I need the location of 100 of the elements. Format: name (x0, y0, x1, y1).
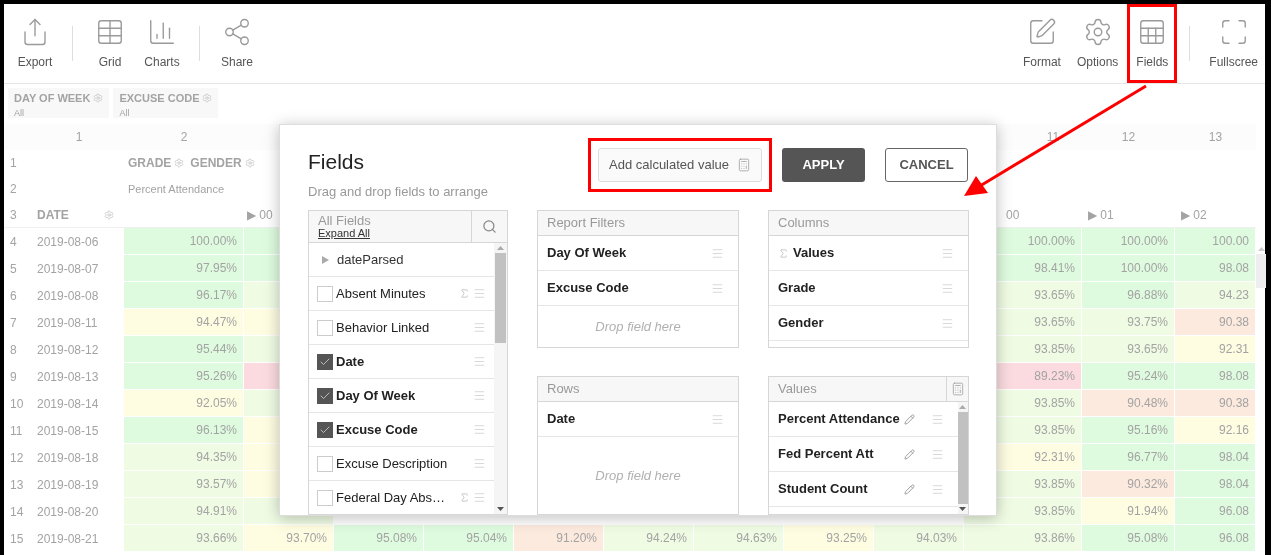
drag-handle-icon[interactable] (941, 281, 954, 295)
table-cell: 90.48% (1082, 390, 1175, 417)
drag-handle-icon[interactable] (930, 447, 944, 461)
arrow-up-icon[interactable] (497, 246, 504, 250)
table-cell-text: 2019-08-20 (36, 503, 100, 521)
field-row[interactable]: Federal Day Abs… (309, 481, 494, 514)
checkbox[interactable] (317, 421, 333, 438)
table-cell: 96.08 (1175, 498, 1256, 525)
drag-handle-icon[interactable] (473, 321, 486, 334)
field-chip[interactable]: Excuse Code (538, 271, 738, 306)
panel-title: Values (778, 380, 817, 399)
field-chip[interactable]: Values (769, 236, 968, 271)
field-row[interactable]: Date (309, 345, 494, 379)
field-chip[interactable]: Percent Attendance (769, 402, 958, 437)
gear-icon[interactable] (244, 158, 255, 168)
field-chip[interactable]: Day Of Week (538, 236, 738, 271)
table-cell: 93.70% (244, 525, 334, 552)
row-number: 5 (9, 260, 18, 278)
scrollbar[interactable] (494, 243, 507, 514)
checkbox[interactable] (317, 353, 333, 370)
expand-all-link[interactable]: Expand All (318, 226, 471, 239)
table-cell: 94.63% (694, 525, 784, 552)
drag-handle-icon[interactable] (930, 482, 944, 496)
gear-icon[interactable] (174, 158, 185, 168)
field-chip[interactable]: Student Count (769, 472, 958, 507)
column-number: 1 (74, 129, 84, 146)
toolbar-button[interactable]: Share (212, 4, 262, 83)
toolbar-button[interactable]: Fullscree (1202, 4, 1265, 83)
table-cell: 93.86% (964, 525, 1082, 552)
pencil-icon[interactable] (903, 483, 915, 495)
calculator-icon (950, 382, 965, 396)
table-cell: 93.65% (1082, 336, 1175, 363)
arrow-up-icon[interactable] (1257, 247, 1265, 251)
drag-handle-icon[interactable] (930, 412, 944, 426)
expand-caret-icon[interactable] (322, 255, 329, 264)
drag-handle-icon[interactable] (711, 281, 724, 295)
table-cell-text: 2019-08-06 (36, 233, 100, 251)
table-cell-text: 2019-08-14 (36, 395, 100, 413)
drag-handle-icon[interactable] (473, 389, 486, 402)
field-chip[interactable]: Date (538, 402, 738, 437)
row-number: 6 (9, 287, 18, 305)
cancel-button[interactable]: CANCEL (885, 148, 968, 182)
toolbar-button[interactable]: Grid (85, 4, 135, 83)
table-cell: 90.38 (1175, 309, 1256, 336)
add-calculated-value-button[interactable]: Add calculated value (598, 148, 762, 182)
row-number: 2 (9, 181, 18, 198)
field-row[interactable]: Excuse Code (309, 413, 494, 447)
sigma-icon (459, 288, 470, 299)
table-cell: 92.16 (1175, 417, 1256, 444)
field-chip[interactable]: Fed Percent Att (769, 437, 958, 472)
scrollbar[interactable] (957, 402, 968, 514)
table-cell-text: 2019-08-11 (36, 314, 99, 332)
arrow-down-icon[interactable] (497, 507, 504, 511)
field-chip[interactable]: Grade (769, 271, 968, 306)
drag-handle-icon[interactable] (473, 287, 486, 300)
field-row[interactable]: Excuse Description (309, 447, 494, 481)
field-row[interactable]: Behavior Linked (309, 311, 494, 345)
table-cell: 98.08 (1175, 363, 1256, 390)
table-cell: 94.47% (124, 309, 244, 336)
row-number: 11 (9, 422, 24, 440)
field-row[interactable]: Absent Minutes (309, 277, 494, 311)
arrow-up-icon[interactable] (959, 405, 967, 409)
gear-icon[interactable] (93, 93, 104, 104)
table-cell: 91.20% (514, 525, 604, 552)
toolbar-button[interactable]: Export (10, 4, 60, 83)
drag-handle-icon[interactable] (941, 246, 954, 260)
calculator-icon (737, 158, 751, 172)
gear-icon[interactable] (104, 209, 114, 220)
drag-handle-icon[interactable] (941, 316, 954, 330)
table-cell: 93.75% (1082, 309, 1175, 336)
toolbar-button[interactable]: Options (1069, 4, 1126, 83)
search-icon (482, 219, 497, 234)
checkbox[interactable] (317, 387, 333, 404)
drag-handle-icon[interactable] (473, 423, 486, 436)
toolbar-button[interactable]: Charts (137, 4, 187, 83)
column-number: 12 (1120, 129, 1137, 146)
arrow-down-icon[interactable] (959, 507, 967, 511)
drag-handle-icon[interactable] (473, 355, 486, 368)
gear-icon[interactable] (202, 93, 213, 104)
drag-handle-icon[interactable] (473, 491, 486, 504)
column-number: 13 (1207, 129, 1224, 146)
toolbar-button[interactable]: Fields (1127, 4, 1178, 83)
pencil-icon[interactable] (903, 413, 915, 425)
table-cell: 93.66% (124, 525, 244, 552)
drag-handle-icon[interactable] (711, 246, 724, 260)
table-cell: 96.08 (1175, 525, 1256, 552)
panel-title: Columns (778, 214, 830, 233)
pencil-icon[interactable] (903, 448, 915, 460)
field-row[interactable]: Day Of Week (309, 379, 494, 413)
table-cell: 94.35% (124, 444, 244, 471)
apply-button[interactable]: APPLY (782, 148, 865, 182)
table-cell-text: 2019-08-18 (36, 449, 100, 467)
drag-handle-icon[interactable] (473, 457, 486, 470)
drag-handle-icon[interactable] (711, 412, 724, 426)
table-cell-text: 2019-08-07 (36, 260, 100, 278)
scrollbar-thumb[interactable] (1256, 254, 1266, 288)
table-cell: 98.08 (1175, 255, 1256, 282)
field-chip[interactable]: Gender (769, 306, 968, 341)
toolbar-button[interactable]: Format (1015, 4, 1068, 83)
row-number: 4 (9, 233, 18, 251)
